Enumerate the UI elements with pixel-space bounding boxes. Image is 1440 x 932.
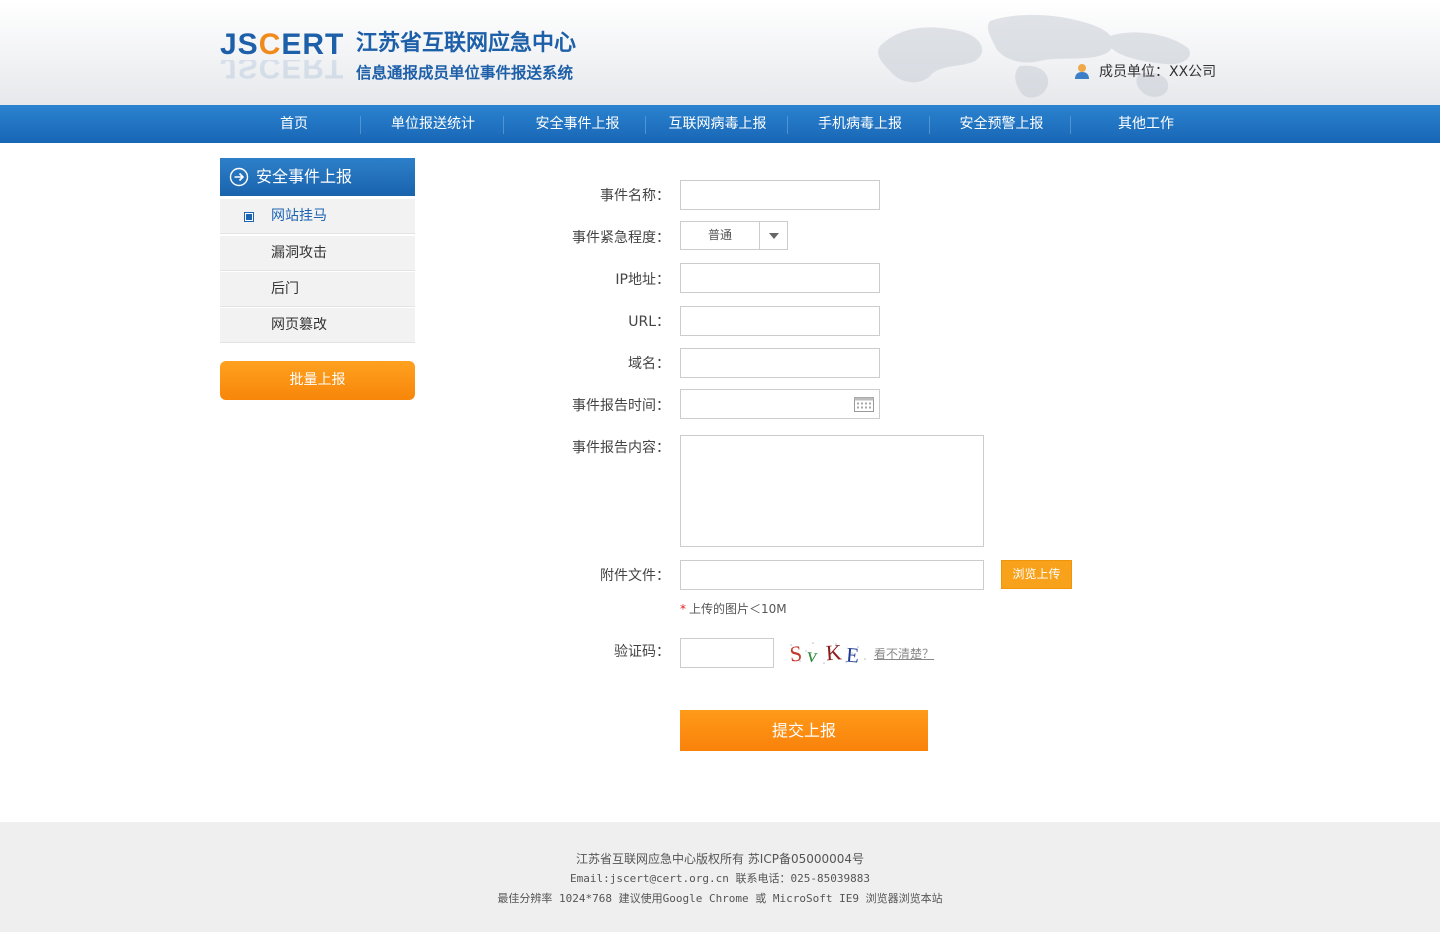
site-logo[interactable]: JSCERT JSCERT 江苏省互联网应急中心 信息通报成员单位事件报送系统 bbox=[220, 26, 620, 90]
site-title: 江苏省互联网应急中心 bbox=[356, 31, 577, 56]
domain-input[interactable] bbox=[680, 348, 880, 378]
sidebar-item-label: 漏洞攻击 bbox=[271, 245, 327, 261]
world-map-decoration bbox=[878, 14, 1190, 98]
upload-hint-text: 上传的图片＜10M bbox=[689, 602, 787, 616]
nav-item-unit-stats[interactable]: 单位报送统计 bbox=[362, 105, 504, 143]
sidebar-item-label: 网页篡改 bbox=[271, 317, 327, 333]
footer-copyright: 江苏省互联网应急中心版权所有 苏ICP备05000004号 bbox=[575, 852, 865, 866]
sidebar-item-backdoor[interactable]: 后门 bbox=[220, 272, 415, 307]
event-name-label: 事件名称： bbox=[600, 188, 670, 204]
report-time-label: 事件报告时间： bbox=[572, 398, 670, 414]
footer-contact: Email:jscert@cert.org.cn 联系电话：025-850398… bbox=[569, 872, 871, 885]
nav-separator bbox=[503, 116, 504, 134]
bullet-icon bbox=[244, 212, 254, 222]
nav-item-security-event[interactable]: 安全事件上报 bbox=[505, 105, 650, 143]
upload-hint: * 上传的图片＜10M bbox=[680, 600, 787, 617]
logo-wordmark: JSCERT bbox=[220, 28, 345, 61]
captcha-image[interactable]: S v K E bbox=[786, 639, 868, 667]
captcha-label: 验证码： bbox=[614, 644, 670, 660]
report-content-textarea[interactable] bbox=[680, 435, 984, 547]
required-star: * bbox=[680, 602, 686, 616]
footer-browser-note: 最佳分辨率 1024*768 建议使用Google Chrome 或 Micro… bbox=[497, 892, 943, 905]
sidebar-item-web-trojan[interactable]: 网站挂马 bbox=[220, 199, 415, 234]
calendar-icon[interactable] bbox=[854, 396, 874, 412]
nav-separator bbox=[787, 116, 788, 134]
site-subtitle: 信息通报成员单位事件报送系统 bbox=[356, 64, 574, 82]
logo-reflection: JSCERT bbox=[220, 60, 345, 82]
domain-label: 域名： bbox=[628, 356, 670, 372]
urgency-select[interactable]: 普通 bbox=[680, 221, 788, 250]
captcha-input[interactable] bbox=[680, 638, 774, 668]
urgency-label: 事件紧急程度： bbox=[572, 230, 670, 246]
svg-text:S: S bbox=[788, 640, 803, 666]
sidebar-item-web-tamper[interactable]: 网页篡改 bbox=[220, 308, 415, 343]
arrow-right-circle-icon bbox=[229, 167, 249, 187]
nav-item-home[interactable]: 首页 bbox=[224, 105, 364, 143]
report-content-label: 事件报告内容： bbox=[572, 440, 670, 456]
sidebar-item-label: 后门 bbox=[271, 281, 299, 297]
nav-separator bbox=[645, 116, 646, 134]
event-name-input[interactable] bbox=[680, 180, 880, 210]
svg-text:K: K bbox=[825, 639, 843, 665]
batch-report-button[interactable]: 批量上报 bbox=[220, 361, 415, 400]
chevron-down-icon bbox=[769, 233, 779, 239]
member-info: 成员单位：XX公司 bbox=[1074, 61, 1216, 81]
browse-upload-button[interactable]: 浏览上传 bbox=[1001, 560, 1072, 589]
submit-report-button[interactable]: 提交上报 bbox=[680, 710, 928, 751]
sidebar-title: 安全事件上报 bbox=[220, 158, 415, 196]
select-divider bbox=[759, 222, 760, 249]
nav-item-security-alert[interactable]: 安全预警上报 bbox=[931, 105, 1072, 143]
url-input[interactable] bbox=[680, 306, 880, 336]
ip-label: IP地址： bbox=[615, 272, 670, 288]
captcha-refresh-link[interactable]: 看不清楚？ bbox=[874, 645, 934, 662]
svg-text:E: E bbox=[845, 643, 860, 667]
sidebar-title-text: 安全事件上报 bbox=[256, 167, 353, 186]
nav-item-internet-virus[interactable]: 互联网病毒上报 bbox=[647, 105, 788, 143]
report-time-input[interactable] bbox=[680, 389, 880, 419]
main-nav: 首页 单位报送统计 安全事件上报 互联网病毒上报 手机病毒上报 安全预警上报 其… bbox=[0, 105, 1440, 143]
user-icon bbox=[1075, 63, 1089, 79]
sidebar-item-vuln-attack[interactable]: 漏洞攻击 bbox=[220, 236, 415, 271]
nav-item-other-work[interactable]: 其他工作 bbox=[1072, 105, 1220, 143]
url-label: URL： bbox=[628, 314, 670, 330]
nav-separator bbox=[360, 116, 361, 134]
site-header: JSCERT JSCERT 江苏省互联网应急中心 信息通报成员单位事件报送系统 … bbox=[0, 0, 1440, 105]
urgency-selected-value: 普通 bbox=[707, 228, 732, 242]
sidebar-item-label: 网站挂马 bbox=[271, 208, 327, 224]
site-footer: 江苏省互联网应急中心版权所有 苏ICP备05000004号 Email:jsce… bbox=[0, 822, 1440, 932]
nav-separator bbox=[1070, 116, 1071, 134]
attachment-label: 附件文件： bbox=[600, 568, 670, 584]
ip-input[interactable] bbox=[680, 263, 880, 293]
nav-separator bbox=[929, 116, 930, 134]
attachment-input[interactable] bbox=[680, 560, 984, 590]
member-label: 成员单位：XX公司 bbox=[1099, 64, 1217, 80]
nav-item-mobile-virus[interactable]: 手机病毒上报 bbox=[789, 105, 931, 143]
